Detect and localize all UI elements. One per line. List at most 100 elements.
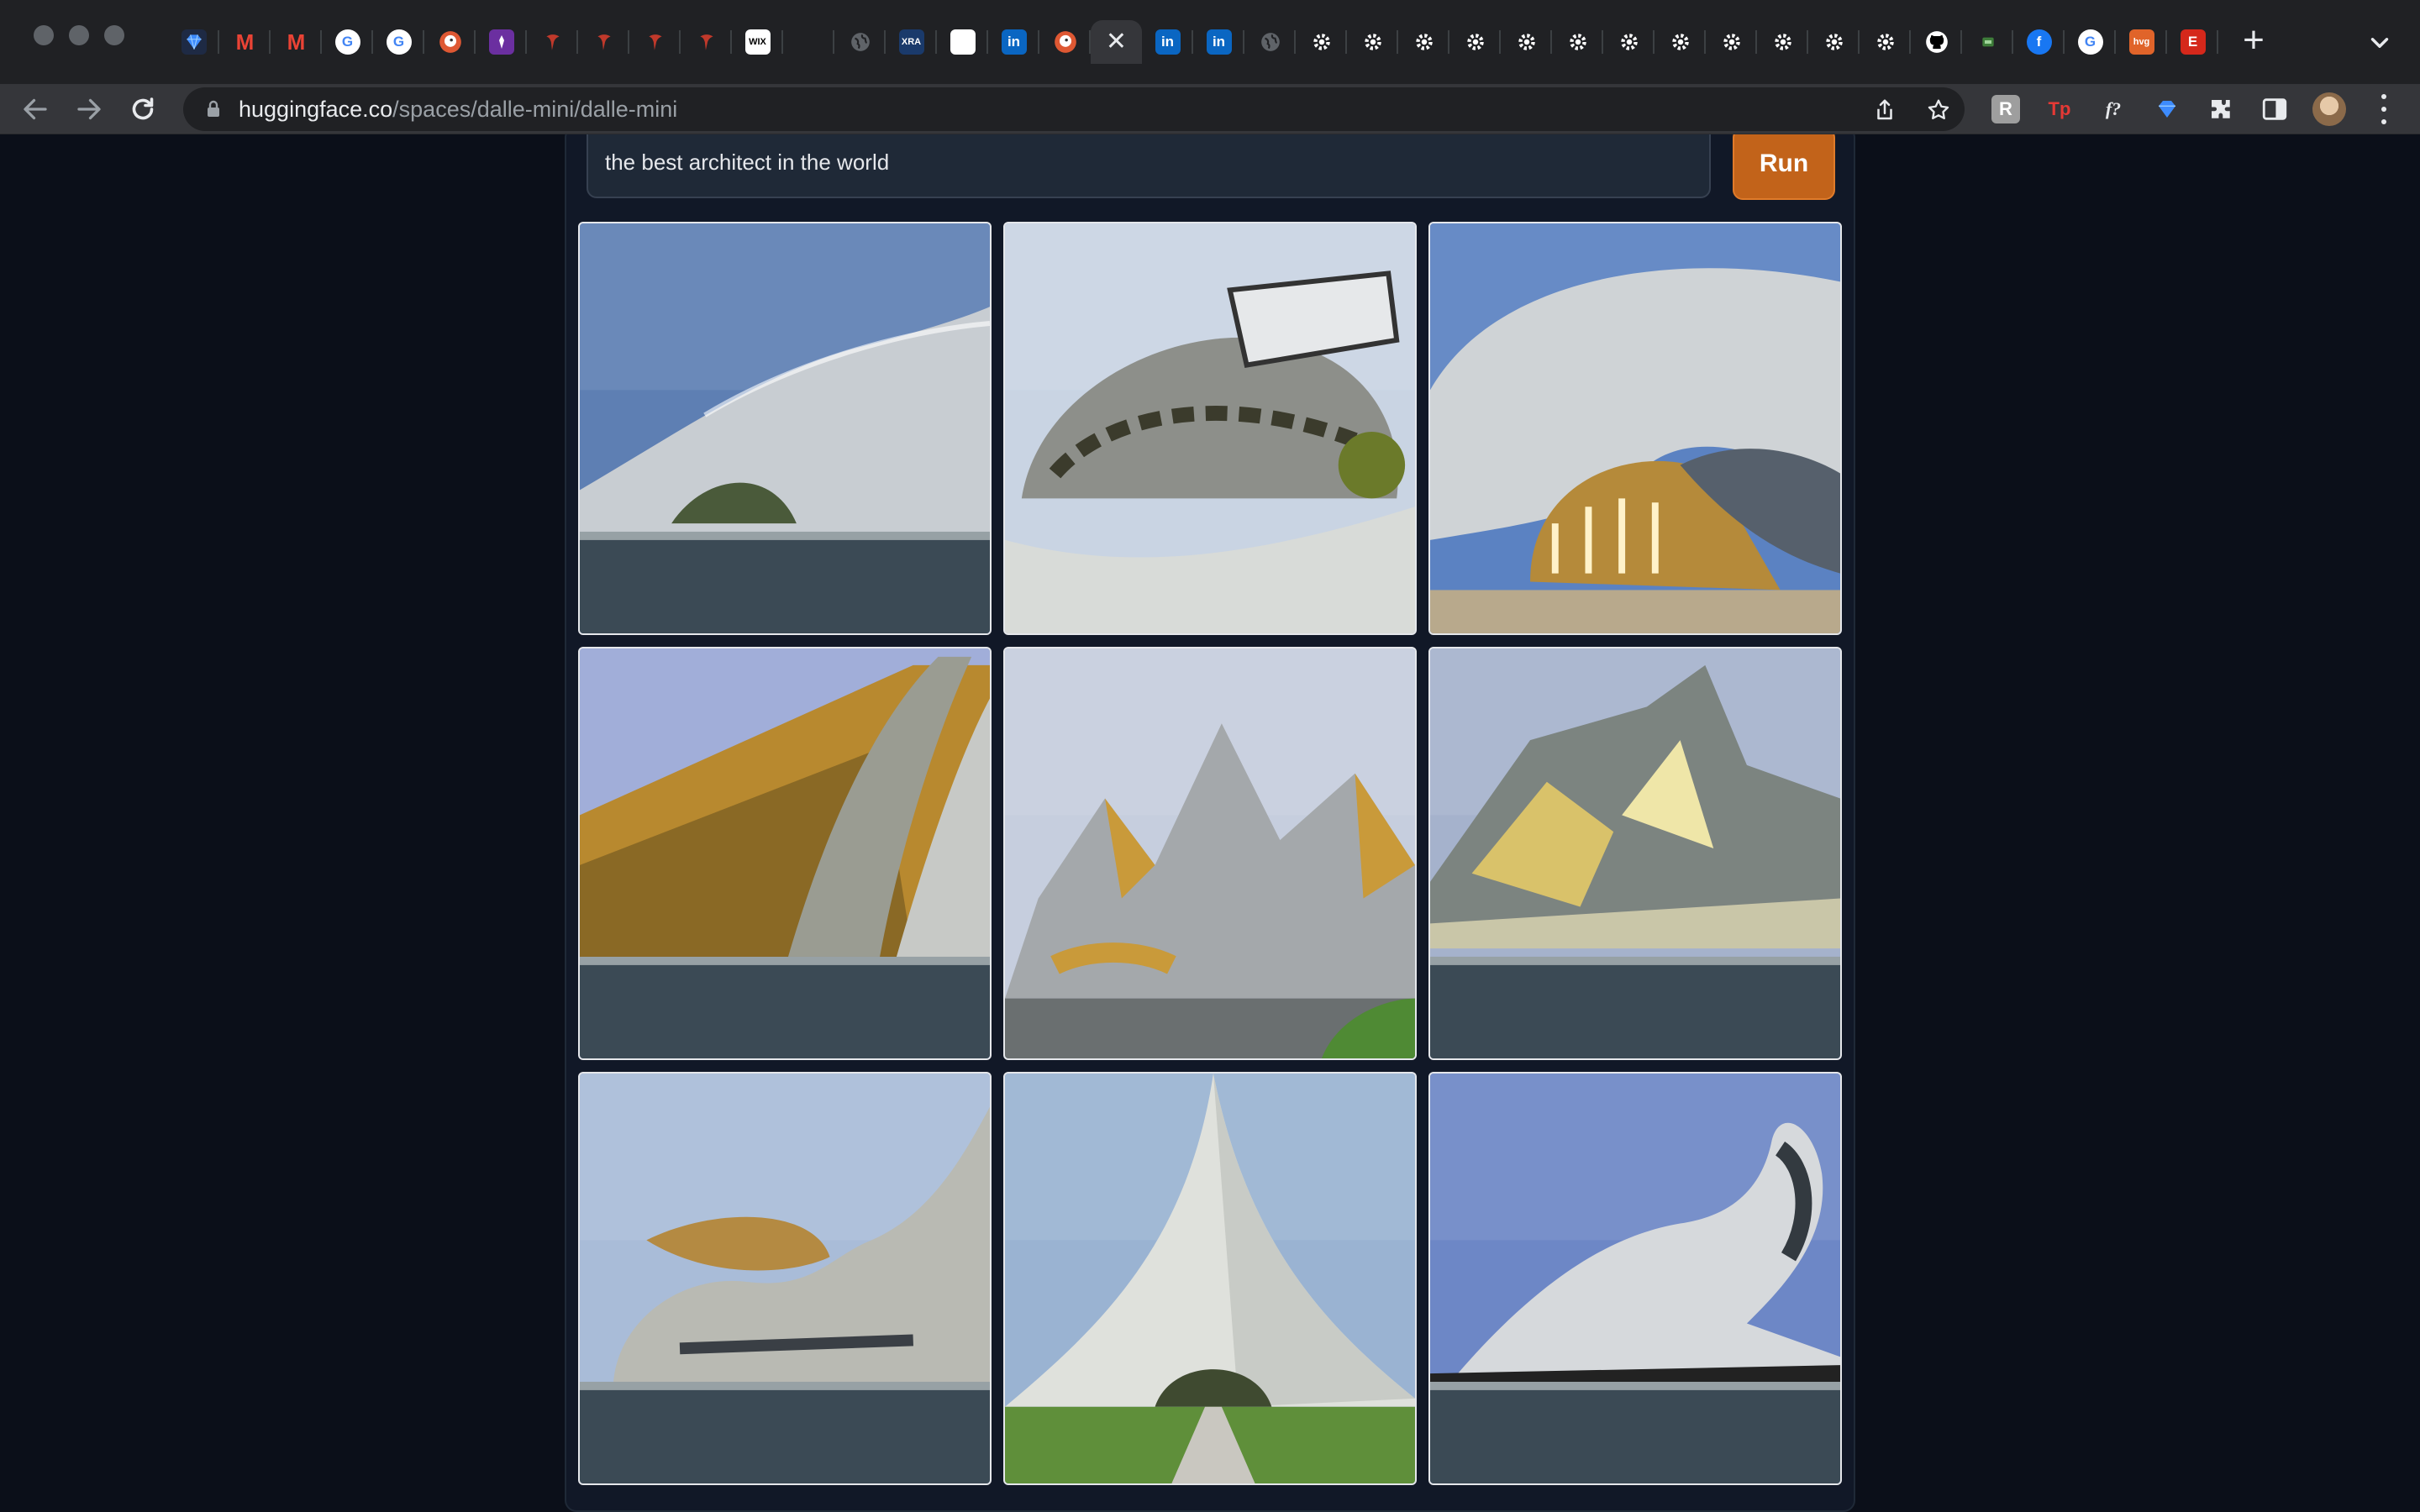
bookmark-star-icon[interactable]: [1926, 97, 1951, 123]
browser-tab[interactable]: [1655, 20, 1706, 64]
browser-tab[interactable]: [168, 20, 219, 64]
globe-icon: [1258, 29, 1283, 55]
browser-tab[interactable]: [1501, 20, 1552, 64]
browser-tab[interactable]: [1757, 20, 1808, 64]
extension-font-icon[interactable]: f?: [2099, 95, 2128, 123]
browser-tab[interactable]: [1244, 20, 1296, 64]
facebook-icon: f: [2026, 29, 2052, 55]
browser-tab[interactable]: [1398, 20, 1449, 64]
browser-tab[interactable]: [1706, 20, 1757, 64]
browser-tab[interactable]: [476, 20, 527, 64]
browser-tab[interactable]: f: [2013, 20, 2065, 64]
browser-tab[interactable]: [1039, 20, 1091, 64]
profile-avatar[interactable]: [2312, 92, 2346, 126]
browser-tab[interactable]: in: [1193, 20, 1244, 64]
address-url[interactable]: huggingface.co/spaces/dalle-mini/dalle-m…: [239, 87, 677, 131]
browser-tab[interactable]: [1552, 20, 1603, 64]
browser-tab[interactable]: G: [2065, 20, 2116, 64]
browser-tab[interactable]: ✕: [1091, 20, 1142, 64]
browser-tab[interactable]: XRA: [886, 20, 937, 64]
image-gallery: [578, 222, 1845, 1485]
prompt-input[interactable]: [588, 134, 1709, 197]
new-tab-button[interactable]: +: [2235, 22, 2272, 60]
browser-tab[interactable]: [527, 20, 578, 64]
browser-tab[interactable]: [1808, 20, 1860, 64]
gear-icon: [1309, 29, 1334, 55]
generated-image[interactable]: [1428, 1072, 1842, 1485]
browser-tab[interactable]: [834, 20, 886, 64]
extensions-puzzle-icon[interactable]: [2207, 95, 2235, 123]
browser-tab[interactable]: [424, 20, 476, 64]
browser-tab[interactable]: [629, 20, 681, 64]
generated-image[interactable]: [1428, 222, 1842, 635]
generated-image[interactable]: [578, 1072, 992, 1485]
architecture-image: [1005, 648, 1415, 1058]
extension-gem-icon[interactable]: [2153, 95, 2181, 123]
browser-tab[interactable]: in: [1142, 20, 1193, 64]
generated-image[interactable]: [1003, 222, 1417, 635]
maximize-window-button[interactable]: [104, 25, 124, 45]
browser-tab[interactable]: E: [2167, 20, 2218, 64]
browser-tab[interactable]: [937, 20, 988, 64]
browser-tab[interactable]: hvg: [2116, 20, 2167, 64]
architecture-image: [1430, 1074, 1840, 1483]
generated-image[interactable]: [1428, 647, 1842, 1060]
browser-tab[interactable]: G: [373, 20, 424, 64]
gear-icon: [1719, 29, 1744, 55]
green-badge-icon: [1975, 29, 2001, 55]
minimize-window-button[interactable]: [69, 25, 89, 45]
red-pin-icon: [592, 29, 617, 55]
lock-icon[interactable]: [203, 99, 224, 119]
gmail-icon: M: [287, 29, 306, 55]
browser-tab[interactable]: WIX: [732, 20, 783, 64]
browser-tab[interactable]: [1296, 20, 1347, 64]
architecture-image: [1430, 223, 1840, 633]
architecture-image: [580, 648, 990, 1058]
architecture-image: [580, 223, 990, 633]
gear-icon: [1412, 29, 1437, 55]
browser-tab[interactable]: [1860, 20, 1911, 64]
dalle-mini-app: Run: [565, 134, 1855, 1512]
browser-tab[interactable]: in: [988, 20, 1039, 64]
address-path: /spaces/dalle-mini/dalle-mini: [392, 97, 678, 122]
tab-search-chevron-icon[interactable]: [2365, 29, 2394, 57]
share-icon[interactable]: [1872, 97, 1897, 123]
browser-tab[interactable]: [1962, 20, 2013, 64]
side-panel-icon[interactable]: [2260, 95, 2289, 123]
close-icon[interactable]: ✕: [1106, 29, 1127, 55]
browser-tab[interactable]: M: [219, 20, 271, 64]
blank-icon: [797, 29, 822, 55]
prompt-box: [587, 134, 1711, 198]
forward-button[interactable]: [74, 94, 104, 124]
generated-image[interactable]: [1003, 1072, 1417, 1485]
page-viewport: Run: [0, 134, 2420, 1512]
google-icon: G: [386, 29, 412, 55]
extension-r-icon[interactable]: R: [1991, 95, 2020, 123]
browser-tab[interactable]: M: [271, 20, 322, 64]
back-button[interactable]: [20, 94, 50, 124]
gear-icon: [1668, 29, 1693, 55]
close-window-button[interactable]: [34, 25, 54, 45]
reload-button[interactable]: [128, 94, 158, 124]
extension-tp-icon[interactable]: Tp: [2045, 95, 2074, 123]
gmail-icon: M: [235, 29, 255, 55]
browser-tab[interactable]: [681, 20, 732, 64]
browser-tab[interactable]: [1347, 20, 1398, 64]
gem-icon: [181, 29, 207, 55]
browser-tab[interactable]: [1603, 20, 1655, 64]
browser-tab[interactable]: [1449, 20, 1501, 64]
browser-tab[interactable]: [783, 20, 834, 64]
address-bar[interactable]: huggingface.co/spaces/dalle-mini/dalle-m…: [183, 87, 1965, 131]
xra-icon: XRA: [898, 29, 924, 55]
browser-tab[interactable]: G: [322, 20, 373, 64]
browser-menu-icon[interactable]: [2378, 94, 2390, 124]
generated-image[interactable]: [1003, 647, 1417, 1060]
red-pin-icon: [643, 29, 668, 55]
browser-tab[interactable]: [1911, 20, 1962, 64]
browser-tab-strip: M M G G WIX XRA in ✕ in in f Ghvg E +: [0, 0, 2420, 84]
red-pin-icon: [540, 29, 566, 55]
generated-image[interactable]: [578, 647, 992, 1060]
run-button[interactable]: Run: [1733, 134, 1835, 200]
generated-image[interactable]: [578, 222, 992, 635]
browser-tab[interactable]: [578, 20, 629, 64]
